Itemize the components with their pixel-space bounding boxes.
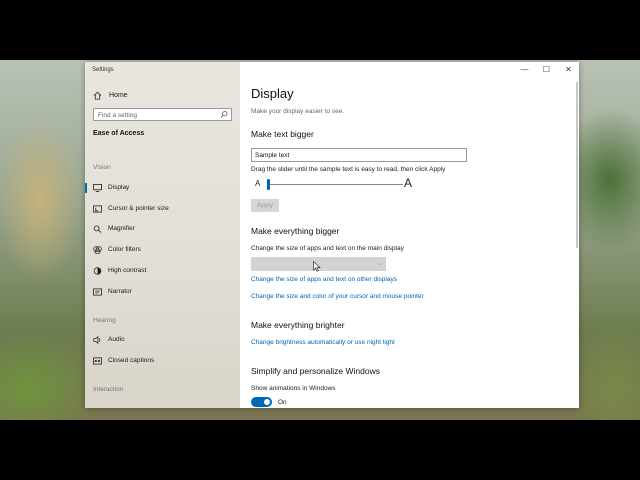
animations-label: Show animations in Windows bbox=[251, 385, 336, 392]
scale-description: Change the size of apps and text on the … bbox=[251, 245, 404, 252]
settings-window: Settings Home Ease of Access Vision Disp… bbox=[85, 62, 579, 408]
group-label-vision: Vision bbox=[93, 164, 111, 171]
sidebar-item-label: Display bbox=[108, 184, 130, 191]
mouse-pointer-icon bbox=[313, 261, 321, 272]
slider-min-label: A bbox=[255, 179, 261, 188]
sidebar-item-label: Cursor & pointer size bbox=[108, 205, 169, 212]
sidebar-item-audio[interactable]: Audio bbox=[85, 333, 240, 347]
animations-toggle[interactable] bbox=[251, 397, 272, 407]
sidebar-item-label: Narrator bbox=[108, 288, 132, 295]
sidebar-item-label: High contrast bbox=[108, 267, 147, 274]
home-icon bbox=[93, 91, 102, 100]
link-other-displays[interactable]: Change the size of apps and text on othe… bbox=[251, 276, 397, 283]
animations-toggle-state: On bbox=[278, 398, 287, 406]
sidebar-item-cursor-pointer-size[interactable]: Cursor & pointer size bbox=[85, 202, 240, 216]
magnifier-icon bbox=[93, 225, 102, 233]
search-box[interactable] bbox=[93, 108, 232, 121]
chevron-down-icon: ⌄ bbox=[376, 261, 382, 267]
letterbox-top bbox=[0, 0, 640, 60]
link-brightness-night-light[interactable]: Change brightness automatically or use n… bbox=[251, 339, 395, 346]
group-label-interaction: Interaction bbox=[93, 386, 124, 393]
narrator-icon bbox=[93, 288, 102, 296]
section-title: Ease of Access bbox=[93, 130, 145, 137]
maximize-button[interactable]: ☐ bbox=[542, 65, 551, 75]
window-controls: — ☐ ✕ bbox=[520, 65, 573, 75]
apply-button[interactable]: Apply bbox=[251, 199, 279, 212]
sidebar: Settings Home Ease of Access Vision Disp… bbox=[85, 62, 240, 408]
close-button[interactable]: ✕ bbox=[564, 65, 573, 75]
animations-toggle-row: On bbox=[251, 397, 287, 407]
sidebar-item-high-contrast[interactable]: High contrast bbox=[85, 264, 240, 278]
content-pane: — ☐ ✕ Display Make your display easier t… bbox=[240, 62, 579, 408]
sidebar-item-label: Color filters bbox=[108, 246, 141, 253]
color-filter-icon bbox=[93, 246, 102, 254]
closed-captions-icon bbox=[93, 357, 102, 365]
monitor-icon bbox=[93, 184, 102, 192]
letterbox-bottom bbox=[0, 420, 640, 480]
search-icon[interactable] bbox=[220, 110, 228, 119]
sidebar-item-magnifier[interactable]: Magnifier bbox=[85, 222, 240, 236]
heading-make-text-bigger: Make text bigger bbox=[251, 129, 314, 139]
window-title: Settings bbox=[92, 67, 114, 73]
sidebar-item-label: Magnifier bbox=[108, 225, 135, 232]
heading-make-everything-bigger: Make everything bigger bbox=[251, 226, 340, 236]
heading-make-everything-brighter: Make everything brighter bbox=[251, 320, 345, 330]
slider-thumb[interactable] bbox=[267, 179, 270, 190]
sidebar-item-label: Audio bbox=[108, 336, 125, 343]
sidebar-item-closed-captions[interactable]: Closed captions bbox=[85, 354, 240, 368]
sidebar-home-label: Home bbox=[109, 91, 128, 99]
scrollbar[interactable] bbox=[576, 82, 578, 248]
heading-simplify-personalize: Simplify and personalize Windows bbox=[251, 366, 380, 376]
cursor-icon bbox=[93, 205, 102, 213]
text-size-slider[interactable]: A A bbox=[251, 176, 421, 191]
group-label-hearing: Hearing bbox=[93, 317, 116, 324]
sidebar-item-display[interactable]: Display bbox=[85, 181, 240, 195]
speaker-icon bbox=[93, 336, 101, 344]
slider-max-label: A bbox=[404, 176, 413, 190]
slider-track[interactable] bbox=[267, 184, 403, 185]
search-input[interactable] bbox=[98, 110, 213, 120]
toggle-knob bbox=[264, 399, 270, 405]
link-cursor-pointer[interactable]: Change the size and color of your cursor… bbox=[251, 293, 424, 300]
sample-text-field[interactable] bbox=[251, 148, 467, 162]
text-size-instruction: Drag the slider until the sample text is… bbox=[251, 166, 446, 173]
page-subtitle: Make your display easier to see. bbox=[251, 108, 345, 115]
sidebar-item-color-filters[interactable]: Color filters bbox=[85, 243, 240, 257]
page-title: Display bbox=[251, 86, 294, 101]
sidebar-home[interactable]: Home bbox=[93, 89, 128, 101]
minimize-button[interactable]: — bbox=[520, 65, 529, 75]
sidebar-item-narrator[interactable]: Narrator bbox=[85, 285, 240, 299]
high-contrast-icon bbox=[93, 267, 102, 275]
sidebar-item-label: Closed captions bbox=[108, 357, 155, 364]
